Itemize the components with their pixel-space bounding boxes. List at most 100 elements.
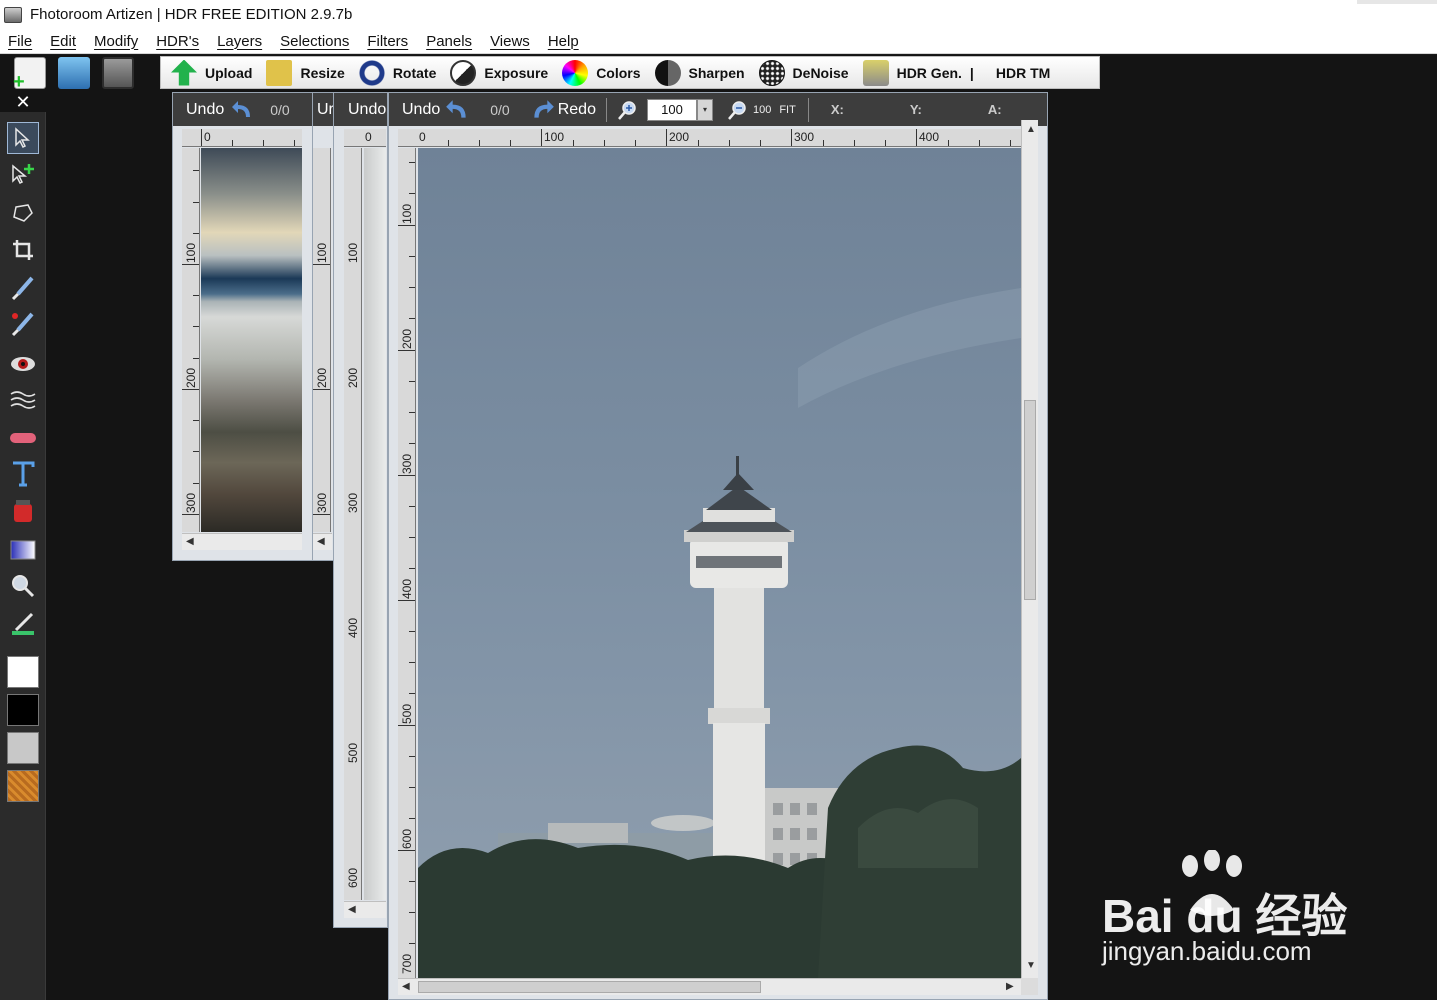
- undo-arrow-icon[interactable]: [444, 98, 470, 122]
- paint-bucket-icon[interactable]: [7, 496, 39, 528]
- hdr-gen-button[interactable]: HDR Gen. |: [862, 59, 982, 86]
- scroll-down-icon[interactable]: ▼: [1026, 960, 1036, 971]
- exposure-button[interactable]: Exposure: [450, 59, 548, 86]
- partial-photo[interactable]: [364, 148, 386, 900]
- scroll-left-icon[interactable]: ◀: [317, 536, 325, 547]
- menu-selections[interactable]: Selections: [280, 33, 349, 50]
- add-select-icon[interactable]: [7, 158, 39, 190]
- vertical-scroll-thumb[interactable]: [1024, 400, 1036, 600]
- lasso-icon[interactable]: [7, 198, 39, 230]
- upload-label: Upload: [205, 64, 253, 81]
- color-picker-icon[interactable]: [7, 608, 39, 640]
- undo-button[interactable]: Undo: [348, 101, 386, 119]
- background-color-swatch[interactable]: [7, 694, 39, 726]
- sharpen-label: Sharpen: [688, 64, 745, 81]
- close-panel-icon[interactable]: ✕: [0, 92, 46, 112]
- pointer-select-icon[interactable]: [7, 122, 39, 154]
- tower-photo[interactable]: [418, 148, 1021, 978]
- clone-brush-icon[interactable]: [7, 308, 39, 340]
- upload-button[interactable]: Upload: [171, 59, 253, 86]
- save-disk-icon[interactable]: [102, 57, 134, 89]
- horizontal-scroll-thumb[interactable]: [418, 981, 761, 993]
- denoise-button[interactable]: DeNoise: [758, 59, 849, 86]
- baidu-url: jingyan.baidu.com: [1102, 936, 1312, 966]
- zoom-fit-button[interactable]: FIT: [779, 104, 796, 116]
- undo-button[interactable]: Undo: [186, 101, 224, 119]
- red-eye-icon[interactable]: [7, 348, 39, 380]
- colors-button[interactable]: Colors: [562, 59, 641, 86]
- resize-button[interactable]: Resize: [266, 59, 345, 86]
- texture-swatch[interactable]: [7, 770, 39, 802]
- horizontal-scrollbar[interactable]: ◀: [313, 533, 332, 550]
- ruler-label: 300: [400, 453, 414, 474]
- redo-arrow-icon[interactable]: [530, 98, 556, 122]
- new-file-icon[interactable]: [13, 57, 46, 94]
- scroll-left-icon[interactable]: ◀: [186, 536, 194, 547]
- hdr-gen-label: HDR Gen.: [896, 64, 962, 81]
- gradient-icon[interactable]: [7, 534, 39, 566]
- menu-edit[interactable]: Edit: [50, 33, 76, 50]
- window-controls[interactable]: [1357, 0, 1437, 4]
- ruler-label: 100: [346, 242, 360, 263]
- crop-icon[interactable]: [7, 234, 39, 266]
- tool-strip: ✕: [0, 92, 46, 1000]
- menu-views[interactable]: Views: [490, 33, 530, 50]
- menu-filters[interactable]: Filters: [367, 33, 408, 50]
- ruler-label: 100: [544, 130, 565, 144]
- rotate-icon: [358, 59, 385, 86]
- hdr-tm-label: HDR TM: [995, 64, 1051, 81]
- vertical-scrollbar[interactable]: ▲ ▼: [1021, 120, 1038, 978]
- hdr-tm-button[interactable]: HDR TM: [996, 65, 1050, 81]
- smudge-waves-icon[interactable]: [7, 384, 39, 416]
- ruler-label: 300: [315, 492, 329, 513]
- horizontal-scrollbar[interactable]: ◀: [344, 901, 386, 918]
- ruler-label: 300: [184, 492, 198, 513]
- ruler-label: 200: [669, 130, 690, 144]
- zoom-in-icon[interactable]: [617, 99, 639, 121]
- exposure-icon: [450, 59, 477, 86]
- rotate-label: Rotate: [392, 64, 437, 81]
- eraser-icon[interactable]: [7, 422, 39, 454]
- gray-color-swatch[interactable]: [7, 732, 39, 764]
- menu-help[interactable]: Help: [548, 33, 579, 50]
- menu-file[interactable]: File: [8, 33, 32, 50]
- sharpen-button[interactable]: Sharpen: [654, 59, 745, 86]
- ruler-label: 300: [794, 130, 815, 144]
- menu-panels[interactable]: Panels: [426, 33, 472, 50]
- zoom-stepper[interactable]: ▾: [696, 98, 713, 121]
- foreground-color-swatch[interactable]: [7, 656, 39, 688]
- open-folder-icon[interactable]: [58, 57, 90, 89]
- magnifier-icon[interactable]: [7, 570, 39, 602]
- menu-layers[interactable]: Layers: [217, 33, 262, 50]
- scroll-left-icon[interactable]: ◀: [348, 904, 356, 915]
- zoom-input[interactable]: 100: [646, 98, 697, 121]
- horizontal-scrollbar[interactable]: ◀ ▶: [398, 978, 1021, 995]
- scroll-left-icon[interactable]: ◀: [402, 981, 410, 992]
- scroll-right-icon[interactable]: ▶: [1006, 981, 1014, 992]
- ruler-vertical: 100 200 300: [313, 148, 331, 532]
- doc-toolbar: Undo 0/0: [173, 93, 331, 126]
- undo-button[interactable]: Undo: [402, 101, 440, 119]
- ruler-label: 300: [346, 492, 360, 513]
- doc-toolbar: Undo 0/0 Redo 100 ▾ 100 FIT X: Y: A:: [389, 93, 1047, 126]
- undo-arrow-icon[interactable]: [230, 99, 254, 121]
- scroll-up-icon[interactable]: ▲: [1026, 124, 1036, 135]
- zoom-100-button[interactable]: 100: [753, 104, 771, 116]
- menu-modify[interactable]: Modify: [94, 33, 138, 50]
- ruler-icon: [266, 59, 293, 86]
- menu-hdrs[interactable]: HDR's: [156, 33, 199, 50]
- ruler-label: 0: [365, 130, 372, 144]
- text-tool-icon[interactable]: [7, 458, 39, 490]
- redo-button[interactable]: Redo: [558, 101, 596, 119]
- ruler-label: 700: [400, 953, 414, 974]
- undo-count: 0/0: [270, 101, 290, 118]
- lake-photo[interactable]: [201, 148, 302, 532]
- rotate-button[interactable]: Rotate: [358, 59, 437, 86]
- ruler-label: 600: [400, 828, 414, 849]
- brush-icon[interactable]: [7, 272, 39, 304]
- zoom-out-icon[interactable]: [727, 99, 749, 121]
- resize-grip-icon[interactable]: [1021, 978, 1038, 995]
- horizontal-scrollbar[interactable]: ◀: [182, 533, 302, 550]
- action-toolbar: Upload Resize Rotate Exposure Colors Sha…: [160, 56, 1100, 89]
- undo-button[interactable]: Ur: [317, 101, 334, 119]
